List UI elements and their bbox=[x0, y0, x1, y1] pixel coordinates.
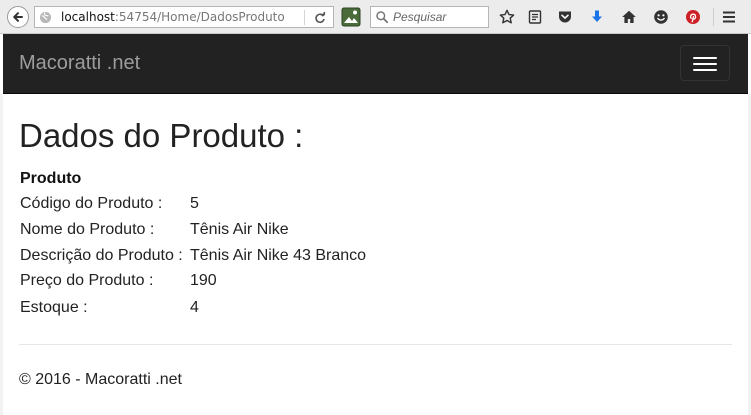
url-text[interactable]: localhost:54754/Home/DadosProduto bbox=[61, 10, 311, 25]
field-value: 190 bbox=[190, 272, 217, 289]
pocket-button[interactable] bbox=[555, 7, 575, 27]
navbar-toggle-button[interactable] bbox=[680, 45, 730, 81]
extension-button[interactable] bbox=[341, 7, 361, 27]
extension-icon bbox=[341, 7, 361, 27]
back-button[interactable] bbox=[7, 6, 29, 28]
downloads-button[interactable] bbox=[587, 7, 607, 27]
field-label: Nome do Produto : bbox=[20, 221, 155, 238]
download-icon bbox=[592, 10, 602, 22]
emoji-icon bbox=[654, 10, 668, 24]
field-label: Estoque : bbox=[20, 299, 88, 316]
footer-copyright: © 2016 - Macoratti .net bbox=[19, 371, 182, 388]
brand-link[interactable]: Macoratti .net bbox=[19, 52, 140, 74]
magnifier-icon bbox=[376, 11, 389, 24]
emoji-button[interactable] bbox=[651, 7, 671, 27]
url-path: :54754/Home/DadosProduto bbox=[114, 10, 285, 24]
star-icon bbox=[499, 9, 515, 24]
field-row-preco: Preço do Produto : 190 bbox=[20, 272, 520, 294]
reload-icon bbox=[315, 11, 326, 23]
toolbar-divider bbox=[713, 8, 714, 26]
browser-menu-button[interactable] bbox=[719, 7, 739, 27]
toggle-bar bbox=[693, 69, 717, 71]
search-input[interactable]: Pesquisar bbox=[370, 6, 489, 28]
field-value: 4 bbox=[190, 299, 199, 316]
bookmark-star-button[interactable] bbox=[497, 7, 517, 27]
footer-divider bbox=[19, 344, 732, 345]
field-row-descricao: Descrição do Produto : Tênis Air Nike 43… bbox=[20, 247, 520, 269]
page-title: Dados do Produto : bbox=[19, 117, 304, 154]
search-placeholder: Pesquisar bbox=[393, 10, 447, 24]
field-row-codigo: Código do Produto : 5 bbox=[20, 195, 520, 217]
reading-list-button[interactable] bbox=[525, 7, 545, 27]
url-host: localhost bbox=[61, 10, 115, 24]
url-divider bbox=[304, 10, 305, 25]
pinterest-button[interactable] bbox=[683, 7, 703, 27]
field-label: Preço do Produto : bbox=[20, 272, 154, 289]
site-navbar: Macoratti .net bbox=[3, 34, 748, 94]
page-border-left bbox=[0, 94, 3, 415]
field-value: 5 bbox=[190, 195, 199, 212]
address-bar[interactable]: localhost:54754/Home/DadosProduto bbox=[34, 6, 334, 28]
pinterest-icon bbox=[686, 10, 700, 24]
field-row-estoque: Estoque : 4 bbox=[20, 299, 520, 321]
back-arrow-icon bbox=[13, 12, 23, 22]
home-button[interactable] bbox=[619, 7, 639, 27]
field-label: Descrição do Produto : bbox=[20, 247, 183, 264]
field-row-nome: Nome do Produto : Tênis Air Nike bbox=[20, 221, 520, 243]
field-label: Código do Produto : bbox=[20, 195, 163, 212]
home-icon bbox=[622, 10, 636, 23]
globe-icon[interactable] bbox=[38, 10, 52, 24]
section-label: Produto bbox=[20, 170, 82, 187]
reload-button[interactable] bbox=[312, 10, 328, 25]
reading-list-icon bbox=[528, 10, 542, 24]
browser-toolbar: localhost:54754/Home/DadosProduto Pesqui… bbox=[0, 0, 751, 34]
menu-icon bbox=[723, 11, 735, 23]
toggle-bar bbox=[693, 57, 717, 59]
toggle-bar bbox=[693, 63, 717, 65]
field-value: Tênis Air Nike bbox=[190, 221, 289, 238]
pocket-icon bbox=[559, 11, 571, 23]
field-value: Tênis Air Nike 43 Branco bbox=[190, 247, 367, 264]
